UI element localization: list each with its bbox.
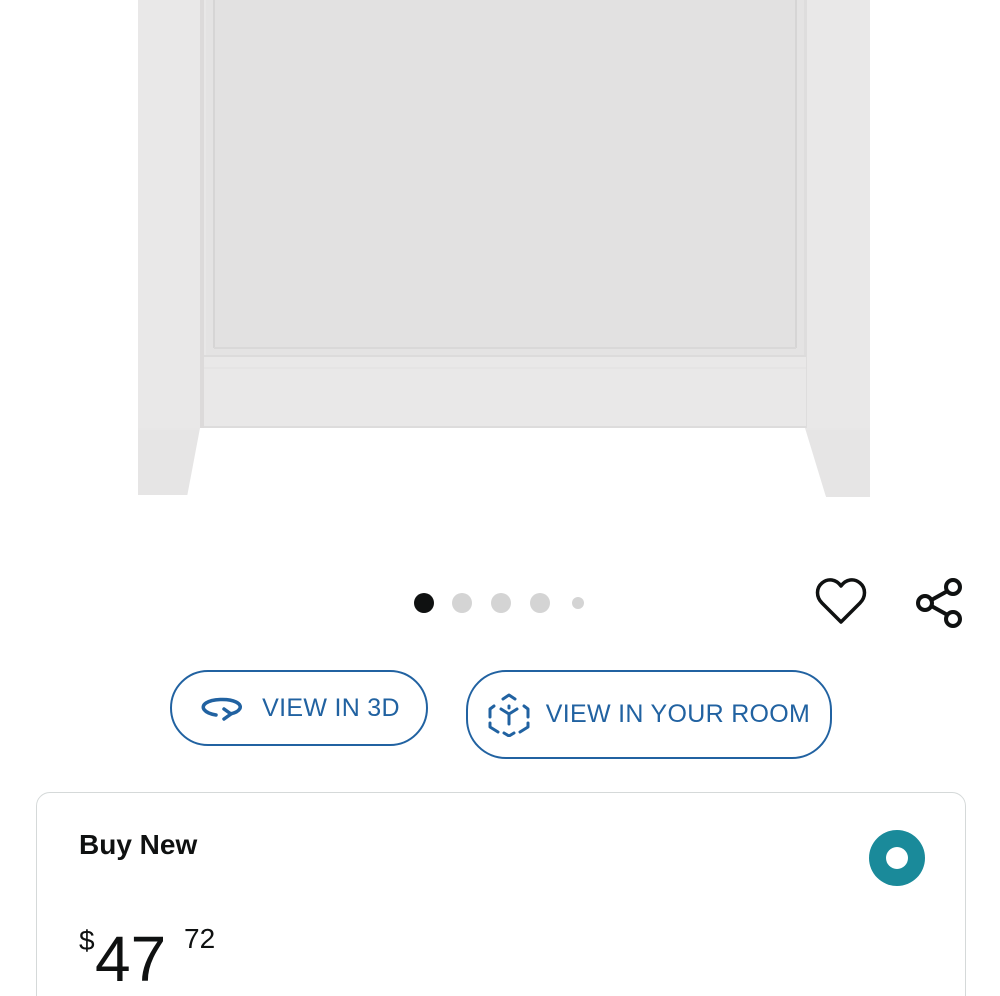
cabinet-illustration [138,0,870,497]
heart-outline-icon [815,578,867,624]
carousel-dot-3[interactable] [491,593,511,613]
view-in-your-room-label: VIEW IN YOUR ROOM [545,700,811,728]
carousel-dot-2[interactable] [452,593,472,613]
carousel-dot-5[interactable] [572,597,584,609]
product-detail-page: VIEW IN 3D VIEW IN YOUR ROOM Buy New $ 4… [0,0,1000,996]
ar-cube-icon [488,693,530,737]
share-button[interactable] [910,575,968,631]
view-in-3d-button[interactable]: VIEW IN 3D [170,670,428,746]
price-whole: 47 [95,923,167,995]
buy-new-title: Buy New [79,829,198,860]
rotate-3d-icon [198,693,246,723]
view-in-3d-label: VIEW IN 3D [262,693,400,722]
carousel-dot-4[interactable] [530,593,550,613]
product-image[interactable] [0,0,1000,540]
price-fraction: 72 [184,923,216,954]
share-icon [916,578,962,628]
buy-new-option-card[interactable]: Buy New $ 47 72 [36,792,966,996]
carousel-dot-1[interactable] [414,593,434,613]
price-currency-symbol: $ [79,925,95,956]
buy-new-radio-selected[interactable] [869,830,925,886]
view-in-your-room-button[interactable]: VIEW IN YOUR ROOM [466,670,832,759]
wishlist-button[interactable] [812,574,870,630]
